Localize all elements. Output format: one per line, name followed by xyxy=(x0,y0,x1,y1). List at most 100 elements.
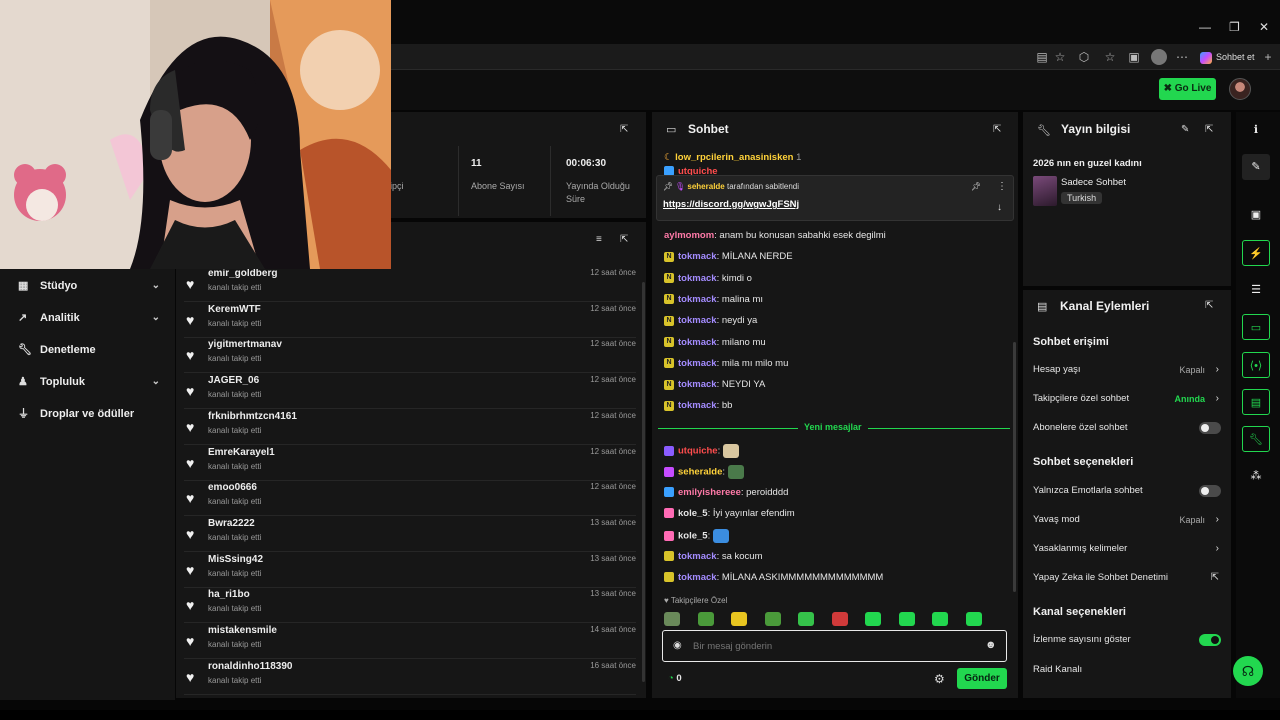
go-live-button[interactable]: ✖ Go Live xyxy=(1159,78,1216,100)
info-icon[interactable]: ℹ xyxy=(1242,117,1270,143)
follower-row[interactable]: ♥ Bwra2222 kanalı takip etti 13 saat önce xyxy=(184,516,636,552)
emote-icon[interactable] xyxy=(831,612,848,626)
edit-icon[interactable]: ✎ xyxy=(1181,124,1189,135)
chat-username[interactable]: tokmack xyxy=(678,358,717,369)
popout-icon[interactable]: ⇱ xyxy=(1205,300,1213,311)
channel-points[interactable]: ◔ 0 xyxy=(668,673,682,684)
copilot-button[interactable]: Sohbet et xyxy=(1200,48,1255,66)
follower-row[interactable]: ♥ mistakensmile kanalı takip etti 14 saat ö… xyxy=(184,623,636,659)
extensions-icon[interactable]: ⬡ xyxy=(1076,49,1092,65)
chat-username[interactable]: tokmack xyxy=(678,400,717,411)
favorites-list-icon[interactable]: ☆ xyxy=(1102,49,1118,65)
show-viewers-toggle[interactable] xyxy=(1199,634,1221,646)
follower-name[interactable]: emir_goldberg xyxy=(208,268,277,279)
followers-only-row[interactable]: Takipçilere özel sohbet Anında › xyxy=(1033,392,1221,406)
emote-icon[interactable] xyxy=(764,612,781,626)
follower-name[interactable]: Bwra2222 xyxy=(208,518,255,529)
follower-name[interactable]: KeremWTF xyxy=(208,304,261,315)
profile-icon[interactable] xyxy=(1151,49,1167,65)
list-icon[interactable]: ☰ xyxy=(1242,277,1270,303)
chat-username[interactable]: seheralde xyxy=(687,182,724,191)
more-icon[interactable]: ⋯ xyxy=(1174,49,1190,65)
follower-name[interactable]: ha_ri1bo xyxy=(208,589,250,600)
close-icon[interactable]: ✕ xyxy=(1259,20,1269,34)
chat-username[interactable]: tokmack xyxy=(678,572,717,583)
chat-username[interactable]: tokmack xyxy=(678,337,717,348)
follower-row[interactable]: ♥ yigitmertmanav kanalı takip etti 12 saat … xyxy=(184,337,636,374)
filter-icon[interactable]: ≡ xyxy=(596,234,602,245)
follower-row[interactable]: ♥ emoo0666 kanalı takip etti 12 saat önce xyxy=(184,480,636,517)
emote-icon[interactable] xyxy=(932,612,948,626)
sidebar-add-icon[interactable]: + xyxy=(1260,49,1276,65)
stream-category[interactable]: Sadece Sohbet xyxy=(1061,177,1126,188)
popout-icon[interactable]: ⇱ xyxy=(620,124,628,135)
unpin-icon[interactable]: 📌︎ xyxy=(971,182,981,191)
follower-row[interactable]: ♥ MisSsing42 kanalı takip etti 13 saat önce xyxy=(184,552,636,588)
message-input[interactable] xyxy=(693,637,973,655)
server-icon[interactable]: ▤ xyxy=(1242,389,1270,415)
slow-mode-row[interactable]: Yavaş mod Kapalı › xyxy=(1033,513,1221,527)
follower-row[interactable]: ♥ KeremWTF kanalı takip etti 12 saat önce xyxy=(184,302,636,338)
emote-icon[interactable] xyxy=(865,612,881,626)
popout-icon[interactable]: ⇱ xyxy=(620,234,628,245)
community-icon[interactable]: ⁂ xyxy=(1242,463,1270,489)
video-icon[interactable]: ▣ xyxy=(1242,202,1270,228)
chat-username[interactable]: low_rpcilerin_anasinisken xyxy=(675,152,793,163)
chat-username[interactable]: emilyishereee xyxy=(678,487,741,498)
chat-username[interactable]: kole_5 xyxy=(678,508,708,519)
subs-only-toggle[interactable] xyxy=(1199,422,1221,434)
send-button[interactable]: Gönder xyxy=(957,668,1007,689)
chat-username[interactable]: tokmack xyxy=(678,379,717,390)
sidebar-item-moderation[interactable]: 🔧︎ Denetleme xyxy=(18,340,160,360)
chat-icon[interactable]: ▭ xyxy=(1242,314,1270,340)
follower-name[interactable]: ronaldinho118390 xyxy=(208,661,292,672)
favorite-star-icon[interactable]: ☆ xyxy=(1052,49,1068,65)
follower-name[interactable]: yigitmertmanav xyxy=(208,339,282,350)
chat-username[interactable]: tokmack xyxy=(678,294,717,305)
chat-input[interactable]: ◉ ☻ xyxy=(662,630,1007,662)
follower-name[interactable]: frknibrhmtzcn4161 xyxy=(208,411,297,422)
follower-name[interactable]: JAGER_06 xyxy=(208,375,259,386)
sidebar-item-community[interactable]: ♟ Topluluk ⌄ xyxy=(18,372,160,392)
chat-username[interactable]: aylmomom xyxy=(664,230,714,241)
wrench-icon[interactable]: 🔧︎ xyxy=(1242,426,1270,452)
popout-icon[interactable]: ⇱ xyxy=(993,124,1001,135)
emote-icon[interactable] xyxy=(664,612,680,626)
follower-name[interactable]: emoo0666 xyxy=(208,482,257,493)
minimize-icon[interactable]: — xyxy=(1199,20,1211,34)
pinned-link[interactable]: https://discord.gg/wgwJgFSNj xyxy=(663,199,799,210)
raid-channel-row[interactable]: Raid Kanalı xyxy=(1033,663,1221,677)
follower-name[interactable]: mistakensmile xyxy=(208,625,277,636)
follower-row[interactable]: ♥ EmreKarayel1 kanalı takip etti 12 saat ön… xyxy=(184,445,636,481)
emoji-icon[interactable]: ☻ xyxy=(985,639,997,651)
popout-icon[interactable]: ⇱ xyxy=(1205,124,1213,135)
follower-name[interactable]: MisSsing42 xyxy=(208,554,263,565)
chat-username[interactable]: utquiche xyxy=(678,446,718,457)
chevron-down-icon[interactable]: ↓ xyxy=(997,202,1002,213)
follower-row[interactable]: ♥ ha_ri1bo kanalı takip etti 13 saat önce xyxy=(184,587,636,624)
reading-mode-icon[interactable]: ▤ xyxy=(1034,49,1050,65)
follower-row[interactable]: ♥ emir_goldberg kanalı takip etti 12 saat ö… xyxy=(184,266,636,302)
lightning-icon[interactable]: ⚡ xyxy=(1242,240,1270,266)
emote-only-toggle[interactable] xyxy=(1199,485,1221,497)
follower-name[interactable]: EmreKarayel1 xyxy=(208,447,275,458)
edit-icon[interactable]: ✎ xyxy=(1242,154,1270,180)
ai-moderation-row[interactable]: Yapay Zeka ile Sohbet Denetimi ⇱ xyxy=(1033,571,1221,585)
emote-icon[interactable] xyxy=(697,612,714,626)
settings-gear-icon[interactable]: ⚙ xyxy=(934,672,945,686)
emote-picker-icon[interactable]: ◉ xyxy=(673,640,682,651)
broadcast-icon[interactable]: ⟨•⟩ xyxy=(1242,352,1270,378)
avatar[interactable] xyxy=(1229,78,1251,100)
follower-row[interactable]: ♥ JAGER_06 kanalı takip etti 12 saat önce xyxy=(184,373,636,410)
chat-username[interactable]: seheralde xyxy=(678,467,722,478)
chat-username[interactable]: kole_5 xyxy=(678,531,708,542)
emote-icon[interactable] xyxy=(798,612,814,626)
sidebar-item-studio[interactable]: ▦ Stüdyo ⌄ xyxy=(18,276,160,296)
scrollbar[interactable] xyxy=(1013,342,1016,592)
emote-icon[interactable] xyxy=(731,612,747,626)
chat-username[interactable]: tokmack xyxy=(678,551,717,562)
banned-words-row[interactable]: Yasaklanmış kelimeler › xyxy=(1033,542,1221,556)
chat-username[interactable]: tokmack xyxy=(678,251,717,262)
collections-icon[interactable]: ▣ xyxy=(1126,49,1142,65)
maximize-icon[interactable]: ❐ xyxy=(1229,20,1240,34)
